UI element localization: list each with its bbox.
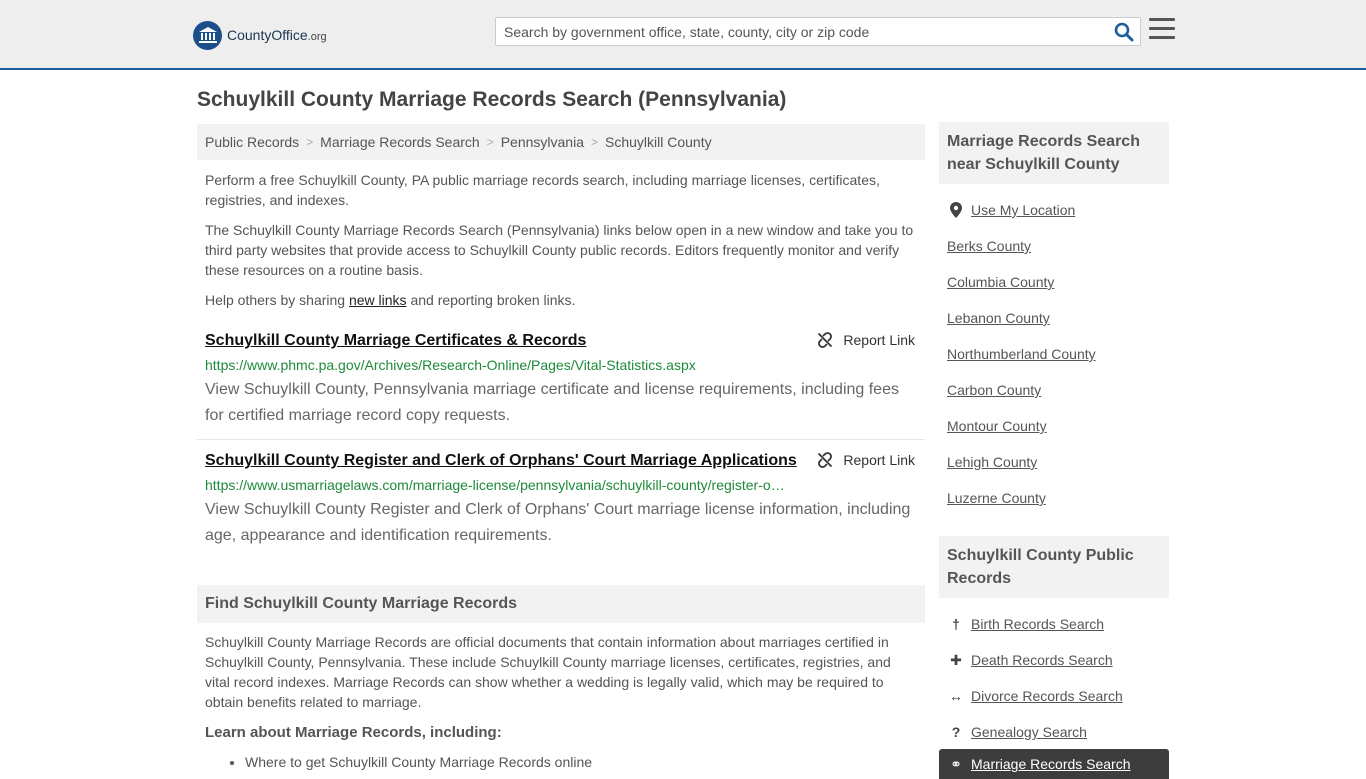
breadcrumb-separator-icon: > <box>486 135 494 149</box>
breadcrumb: Public Records > Marriage Records Search… <box>197 124 925 160</box>
nearby-county-link[interactable]: Berks County <box>947 238 1031 254</box>
page-title: Schuylkill County Marriage Records Searc… <box>197 88 787 111</box>
learn-heading: Learn about Marriage Records, including: <box>205 724 502 741</box>
marriage-records-active-item[interactable]: ⚭ Marriage Records Search <box>939 749 1169 779</box>
main-content: Perform a free Schuylkill County, PA pub… <box>197 170 925 549</box>
nearby-list: Use My Location Berks County Columbia Co… <box>939 184 1169 516</box>
find-records-text: Schuylkill County Marriage Records are o… <box>205 634 891 710</box>
hamburger-menu-icon[interactable] <box>1149 18 1175 42</box>
nearby-county-item: Lehigh County <box>947 444 1161 480</box>
death-records-link[interactable]: Death Records Search <box>971 652 1113 668</box>
nearby-county-link[interactable]: Columbia County <box>947 274 1054 290</box>
nearby-heading: Marriage Records Search near Schuylkill … <box>939 122 1169 184</box>
new-links-link[interactable]: new links <box>349 292 407 308</box>
map-pin-icon <box>947 202 965 218</box>
search-icon[interactable] <box>1114 22 1134 42</box>
result-description: View Schuylkill County, Pennsylvania mar… <box>205 381 899 424</box>
search-box <box>495 17 1141 46</box>
result-item: Schuylkill County Marriage Certificates … <box>197 330 925 429</box>
sidebar: Marriage Records Search near Schuylkill … <box>939 122 1169 779</box>
site-logo[interactable]: CountyOffice.org <box>193 20 327 50</box>
public-records-item: ? Genealogy Search <box>947 714 1161 750</box>
cross-icon: ✚ <box>950 651 962 668</box>
divorce-records-link[interactable]: Divorce Records Search <box>971 688 1123 704</box>
public-records-heading: Schuylkill County Public Records <box>939 536 1169 598</box>
nearby-county-item: Columbia County <box>947 264 1161 300</box>
intro-paragraph: Perform a free Schuylkill County, PA pub… <box>205 172 880 208</box>
broken-link-icon <box>818 452 833 468</box>
breadcrumb-separator-icon: > <box>306 135 314 149</box>
birth-records-link[interactable]: Birth Records Search <box>971 616 1104 632</box>
broken-link-icon <box>818 332 833 348</box>
baby-icon: † <box>952 616 960 632</box>
report-link-button[interactable]: Report Link <box>817 332 915 348</box>
public-records-item: † Birth Records Search <box>947 606 1161 642</box>
nearby-county-item: Northumberland County <box>947 336 1161 372</box>
nearby-county-link[interactable]: Montour County <box>947 418 1047 434</box>
result-title-link[interactable]: Schuylkill County Marriage Certificates … <box>205 330 917 352</box>
result-title-link[interactable]: Schuylkill County Register and Clerk of … <box>205 450 917 472</box>
nearby-county-item: Carbon County <box>947 372 1161 408</box>
top-bar: CountyOffice.org <box>0 0 1366 70</box>
public-records-list: † Birth Records Search ✚ Death Records S… <box>939 598 1169 750</box>
breadcrumb-marriage-records-search[interactable]: Marriage Records Search <box>320 134 480 150</box>
intro-paragraph: The Schuylkill County Marriage Records S… <box>205 222 914 278</box>
learn-list-item: Where to get Schuylkill County Marriage … <box>245 752 592 772</box>
nearby-county-link[interactable]: Lebanon County <box>947 310 1050 326</box>
result-divider <box>197 439 925 440</box>
find-records-heading: Find Schuylkill County Marriage Records <box>197 585 925 623</box>
nearby-county-item: Montour County <box>947 408 1161 444</box>
breadcrumb-separator-icon: > <box>590 135 598 149</box>
nearby-county-item: Luzerne County <box>947 480 1161 516</box>
nearby-county-item: Lebanon County <box>947 300 1161 336</box>
genealogy-search-link[interactable]: Genealogy Search <box>971 724 1087 740</box>
result-url: https://www.usmarriagelaws.com/marriage-… <box>205 477 785 493</box>
breadcrumb-current: Schuylkill County <box>605 134 712 150</box>
marriage-records-link[interactable]: Marriage Records Search <box>971 756 1131 772</box>
breadcrumb-public-records[interactable]: Public Records <box>205 134 299 150</box>
rings-icon: ⚭ <box>950 755 962 772</box>
use-location-item: Use My Location <box>947 192 1161 228</box>
public-records-item: ↔ Divorce Records Search <box>947 678 1161 714</box>
question-icon: ? <box>951 724 961 740</box>
intro-share-paragraph: Help others by sharing new links and rep… <box>205 292 576 308</box>
nearby-county-link[interactable]: Northumberland County <box>947 346 1096 362</box>
nearby-county-link[interactable]: Luzerne County <box>947 490 1046 506</box>
learn-list: Where to get Schuylkill County Marriage … <box>245 752 592 772</box>
result-description: View Schuylkill County Register and Cler… <box>205 501 911 544</box>
search-input[interactable] <box>504 18 1104 45</box>
intro: Perform a free Schuylkill County, PA pub… <box>197 170 925 310</box>
result-item: Schuylkill County Register and Clerk of … <box>197 450 925 549</box>
logo-text: CountyOffice.org <box>227 27 327 43</box>
breadcrumb-pennsylvania[interactable]: Pennsylvania <box>501 134 584 150</box>
use-location-link[interactable]: Use My Location <box>971 202 1075 218</box>
nearby-county-item: Berks County <box>947 228 1161 264</box>
nearby-county-link[interactable]: Lehigh County <box>947 454 1037 470</box>
result-url: https://www.phmc.pa.gov/Archives/Researc… <box>205 357 696 373</box>
logo-badge-icon <box>193 20 222 50</box>
split-arrows-icon: ↔ <box>949 688 963 704</box>
nearby-county-link[interactable]: Carbon County <box>947 382 1041 398</box>
public-records-item: ✚ Death Records Search <box>947 642 1161 678</box>
report-link-button[interactable]: Report Link <box>817 452 915 468</box>
